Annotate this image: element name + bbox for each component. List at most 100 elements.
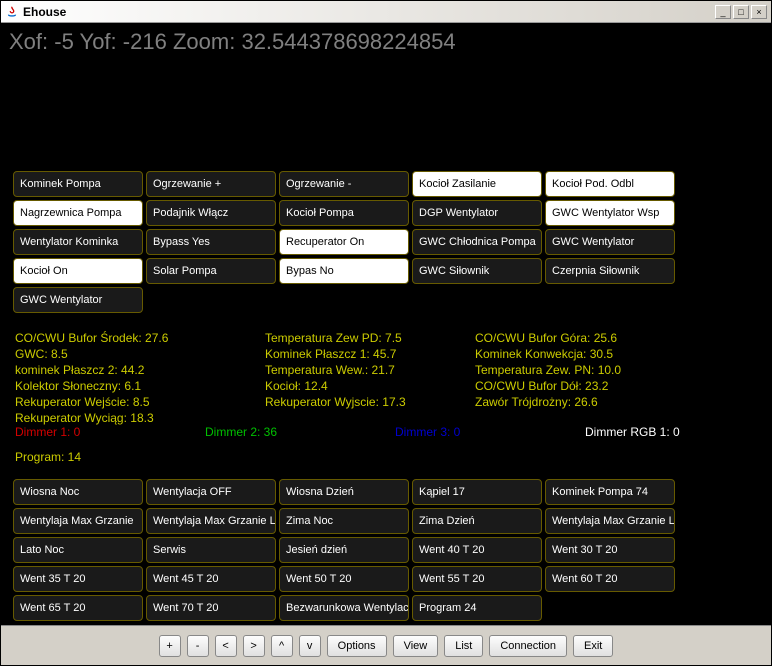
dimmer-2: Dimmer 2: 36 [205,425,395,439]
dimmer-1: Dimmer 1: 0 [15,425,205,439]
switch-button[interactable]: GWC Siłownik [412,258,542,284]
switch-button[interactable]: Kocioł On [13,258,143,284]
status-col-3: CO/CWU Bufor Góra: 25.6 Kominek Konwekcja… [475,331,705,425]
switch-button[interactable]: GWC Wentylator [545,229,675,255]
status-value: GWC: 8.5 [15,347,265,361]
switch-button[interactable]: Solar Pompa [146,258,276,284]
window-title: Ehouse [23,5,715,19]
program-button[interactable]: Went 30 T 20 [545,537,675,563]
switch-button[interactable]: Nagrzewnica Pompa [13,200,143,226]
status-value: Rekuperator Wyciąg: 18.3 [15,411,265,425]
status-value: Kominek Płaszcz 1: 45.7 [265,347,475,361]
program-button[interactable]: Kąpiel 17 [412,479,542,505]
connection-button[interactable]: Connection [489,635,567,657]
zoom-value: 32.544378698224854 [241,29,455,54]
switch-button[interactable]: Ogrzewanie - [279,171,409,197]
switch-button[interactable]: Podajnik Włącz [146,200,276,226]
java-icon [5,5,19,19]
app-window: Ehouse _ □ × Xof: -5 Yof: -216 Zoom: 32.… [0,0,772,666]
status-value: CO/CWU Bufor Środek: 27.6 [15,331,265,345]
xof-label: Xof: [9,29,48,54]
status-value: Kocioł: 12.4 [265,379,475,393]
program-button[interactable]: Went 40 T 20 [412,537,542,563]
switch-button[interactable]: GWC Wentylator Wsp [545,200,675,226]
program-button[interactable]: Wentylaja Max Grzanie [13,508,143,534]
status-value: Kominek Konwekcja: 30.5 [475,347,705,361]
program-button[interactable]: Bezwarunkowa Wentylacja [279,595,409,621]
status-value: Kolektor Słoneczny: 6.1 [15,379,265,393]
pan-up-button[interactable]: ^ [271,635,293,657]
program-button[interactable]: Program 24 [412,595,542,621]
status-col-1: CO/CWU Bufor Środek: 27.6 GWC: 8.5 kominek… [15,331,265,425]
status-value: CO/CWU Bufor Dół: 23.2 [475,379,705,393]
minimize-button[interactable]: _ [715,5,731,19]
status-value: Temperatura Zew PD: 7.5 [265,331,475,345]
program-button[interactable]: Kominek Pompa 74 [545,479,675,505]
list-button[interactable]: List [444,635,483,657]
switch-button[interactable]: GWC Wentylator [13,287,143,313]
switch-button[interactable]: Kocioł Pompa [279,200,409,226]
status-value: CO/CWU Bufor Góra: 25.6 [475,331,705,345]
close-button[interactable]: × [751,5,767,19]
pan-down-button[interactable]: v [299,635,321,657]
window-controls: _ □ × [715,5,767,19]
switch-button[interactable]: Recuperator On [279,229,409,255]
zoom-label: Zoom: [173,29,235,54]
program-button[interactable]: Wiosna Dzień [279,479,409,505]
switch-grid: Kominek PompaOgrzewanie +Ogrzewanie -Koc… [13,171,675,313]
switch-button[interactable]: Kocioł Pod. Odbl [545,171,675,197]
program-button[interactable]: Went 60 T 20 [545,566,675,592]
switch-button[interactable]: Kocioł Zasilanie [412,171,542,197]
zoom-in-button[interactable]: + [159,635,181,657]
program-button[interactable]: Wiosna Noc [13,479,143,505]
switch-button[interactable]: GWC Chłodnica Pompa [412,229,542,255]
exit-button[interactable]: Exit [573,635,613,657]
switch-button[interactable]: Bypas No [279,258,409,284]
zoom-out-button[interactable]: - [187,635,209,657]
program-label: Program: 14 [15,450,81,464]
switch-button[interactable]: Czerpnia Siłownik [545,258,675,284]
pan-right-button[interactable]: > [243,635,265,657]
bottom-toolbar: +-< > ^ v Options ViewList Connection Exit [1,625,771,665]
status-value: Temperatura Zew. PN: 10.0 [475,363,705,377]
program-button[interactable]: Wentylaja Max Grzanie L [146,508,276,534]
program-button[interactable]: Zima Dzień [412,508,542,534]
canvas-area: Xof: -5 Yof: -216 Zoom: 32.5443786982248… [1,23,771,625]
switch-button[interactable]: Kominek Pompa [13,171,143,197]
program-button[interactable]: Jesień dzień [279,537,409,563]
dimmer-3: Dimmer 3: 0 [395,425,585,439]
status-value: kominek Płaszcz 2: 44.2 [15,363,265,377]
switch-button[interactable]: Wentylator Kominka [13,229,143,255]
status-col-2: Temperatura Zew PD: 7.5 Kominek Płaszcz 1… [265,331,475,425]
status-value: Rekuperator Wyjscie: 17.3 [265,395,475,409]
yof-value: -216 [123,29,167,54]
yof-label: Yof: [80,29,117,54]
status-value: Zawór Trójdrożny: 26.6 [475,395,705,409]
dimmer-rgb-1: Dimmer RGB 1: 0 [585,425,680,439]
program-button[interactable]: Wentylacja OFF [146,479,276,505]
options-button[interactable]: Options [327,635,387,657]
program-button[interactable]: Went 50 T 20 [279,566,409,592]
status-value: Temperatura Wew.: 21.7 [265,363,475,377]
xof-value: -5 [54,29,74,54]
program-button[interactable]: Serwis [146,537,276,563]
program-grid: Wiosna NocWentylacja OFFWiosna DzieńKąpi… [13,479,675,621]
switch-button[interactable]: Ogrzewanie + [146,171,276,197]
switch-button[interactable]: Bypass Yes [146,229,276,255]
program-button[interactable]: Went 65 T 20 [13,595,143,621]
dimmer-row: Dimmer 1: 0 Dimmer 2: 36 Dimmer 3: 0 Dim… [15,425,715,439]
view-button[interactable]: View [393,635,439,657]
program-button[interactable]: Went 70 T 20 [146,595,276,621]
status-grid: CO/CWU Bufor Środek: 27.6 GWC: 8.5 kominek… [15,331,705,425]
coords-display: Xof: -5 Yof: -216 Zoom: 32.5443786982248… [9,29,456,55]
status-value: Rekuperator Wejście: 8.5 [15,395,265,409]
program-button[interactable]: Lato Noc [13,537,143,563]
program-button[interactable]: Wentylaja Max Grzanie Level 2 [545,508,675,534]
program-button[interactable]: Went 55 T 20 [412,566,542,592]
program-button[interactable]: Went 35 T 20 [13,566,143,592]
pan-left-button[interactable]: < [215,635,237,657]
switch-button[interactable]: DGP Wentylator [412,200,542,226]
program-button[interactable]: Zima Noc [279,508,409,534]
program-button[interactable]: Went 45 T 20 [146,566,276,592]
maximize-button[interactable]: □ [733,5,749,19]
